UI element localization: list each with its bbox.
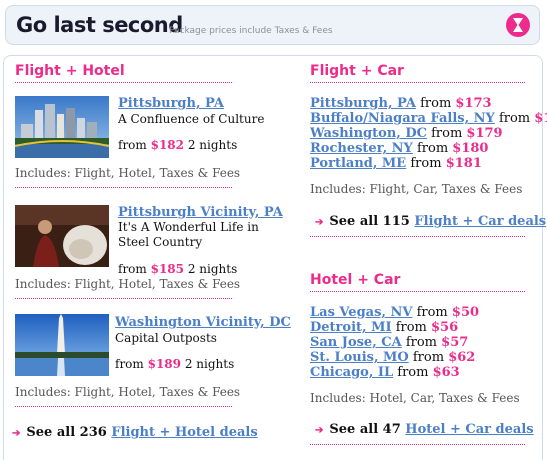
package-link-washington-vicinity[interactable]: Washington Vicinity, DC [115,315,291,330]
from-text: from [412,350,445,365]
deal-price: $62 [448,350,476,365]
divider [15,406,232,407]
package-tagline: A Confluence of Culture [118,112,265,126]
deal-price: $179 [466,126,503,141]
flight-hotel-title: Flight + Hotel [15,63,125,79]
package-price-line: from $185 2 nights [118,262,237,276]
package-price: $182 [150,138,185,152]
from-text: from [420,96,452,111]
deal-link-chicago[interactable]: Chicago, IL [310,365,393,380]
deal-price: $57 [441,335,469,350]
package-price-line: from $189 2 nights [115,357,234,371]
from-text: from [118,138,147,152]
pittsburgh-skyline-image[interactable] [15,96,109,158]
flight-car-title: Flight + Car [310,63,404,79]
divider [310,236,525,237]
divider [15,82,232,83]
deal-link-san-jose[interactable]: San Jose, CA [310,335,402,350]
deal-row: Buffalo/Niagara Falls, NY from $178 [310,111,547,126]
deal-row: Detroit, MI from $56 [310,320,458,335]
deal-price: $180 [452,141,489,156]
see-all-count: See all 236 [26,425,107,440]
flight-car-includes: Includes: Flight, Car, Taxes & Fees [310,182,523,196]
package-nights: 2 nights [187,138,238,152]
see-all-count: See all 115 [329,214,410,229]
arrow-right-icon: ➔ [315,217,324,228]
deal-row: Portland, ME from $181 [310,156,482,171]
deal-row: Pittsburgh, PA from $173 [310,96,492,111]
arrow-right-icon: ➔ [12,428,21,439]
deal-row: Chicago, IL from $63 [310,365,460,380]
from-text: from [397,365,429,380]
from-text: from [395,320,427,335]
from-text: from [115,357,144,371]
see-all-hotel-car: ➔ See all 47 Hotel + Car deals [315,422,534,437]
deal-price: $56 [431,320,459,335]
from-text: from [118,262,147,276]
deal-link-portland[interactable]: Portland, ME [310,156,406,171]
deal-link-washington[interactable]: Washington, DC [310,126,427,141]
divider [310,82,525,83]
package-includes: Includes: Flight, Hotel, Taxes & Fees [15,385,241,399]
deal-link-st-louis[interactable]: St. Louis, MO [310,350,409,365]
package-link-pittsburgh[interactable]: Pittsburgh, PA [118,96,224,111]
deal-link-pittsburgh[interactable]: Pittsburgh, PA [310,96,416,111]
header-bar: Go last second Package prices include Ta… [5,5,540,45]
page-subtitle: Package prices include Taxes & Fees [169,26,333,36]
from-text: from [405,335,438,350]
deal-link-las-vegas[interactable]: Las Vegas, NV [310,305,412,320]
deal-row: Washington, DC from $179 [310,126,503,141]
package-link-pittsburgh-vicinity[interactable]: Pittsburgh Vicinity, PA [118,205,283,220]
package-nights: 2 nights [184,357,235,371]
package-price-line: from $182 2 nights [118,138,237,152]
page-title: Go last second [16,13,183,37]
package-price: $185 [150,262,185,276]
package-tagline: It's A Wonderful Life in Steel Country [118,220,259,249]
deal-link-rochester[interactable]: Rochester, NY [310,141,413,156]
deal-row: Rochester, NY from $180 [310,141,488,156]
package-includes: Includes: Flight, Hotel, Taxes & Fees [15,277,241,291]
hotel-car-includes: Includes: Hotel, Car, Taxes & Fees [310,391,520,405]
deal-price: $50 [451,305,480,320]
deal-link-detroit[interactable]: Detroit, MI [310,320,392,335]
deal-row: San Jose, CA from $57 [310,335,468,350]
arrow-right-icon: ➔ [315,425,324,436]
deal-price: $181 [445,156,482,171]
package-includes: Includes: Flight, Hotel, Taxes & Fees [15,166,241,180]
deal-link-buffalo[interactable]: Buffalo/Niagara Falls, NY [310,111,495,126]
see-all-flight-car-link[interactable]: Flight + Car deals [414,214,546,229]
washington-monument-image[interactable] [15,314,109,376]
see-all-flight-hotel: ➔ See all 236 Flight + Hotel deals [12,425,258,440]
timer-icon [506,13,530,37]
package-tagline: Capital Outposts [115,331,217,345]
deal-price: $178 [534,111,547,126]
package-nights: 2 nights [187,262,238,276]
deal-row: St. Louis, MO from $62 [310,350,475,365]
see-all-count: See all 47 [329,422,401,437]
from-text: from [498,111,531,126]
from-text: from [410,156,442,171]
package-price: $189 [147,357,182,371]
from-text: from [416,141,449,156]
pittsburgh-vicinity-image[interactable] [15,205,109,267]
divider [310,444,525,445]
from-text: from [431,126,463,141]
hotel-car-title: Hotel + Car [310,272,401,288]
deal-price: $63 [432,365,460,380]
divider [15,298,232,299]
see-all-flight-car: ➔ See all 115 Flight + Car deals [315,214,546,229]
see-all-flight-hotel-link[interactable]: Flight + Hotel deals [111,425,257,440]
divider [310,291,525,292]
from-text: from [416,305,448,320]
divider [15,187,232,188]
deal-price: $173 [455,96,492,111]
deal-row: Las Vegas, NV from $50 [310,305,479,320]
see-all-hotel-car-link[interactable]: Hotel + Car deals [405,422,533,437]
